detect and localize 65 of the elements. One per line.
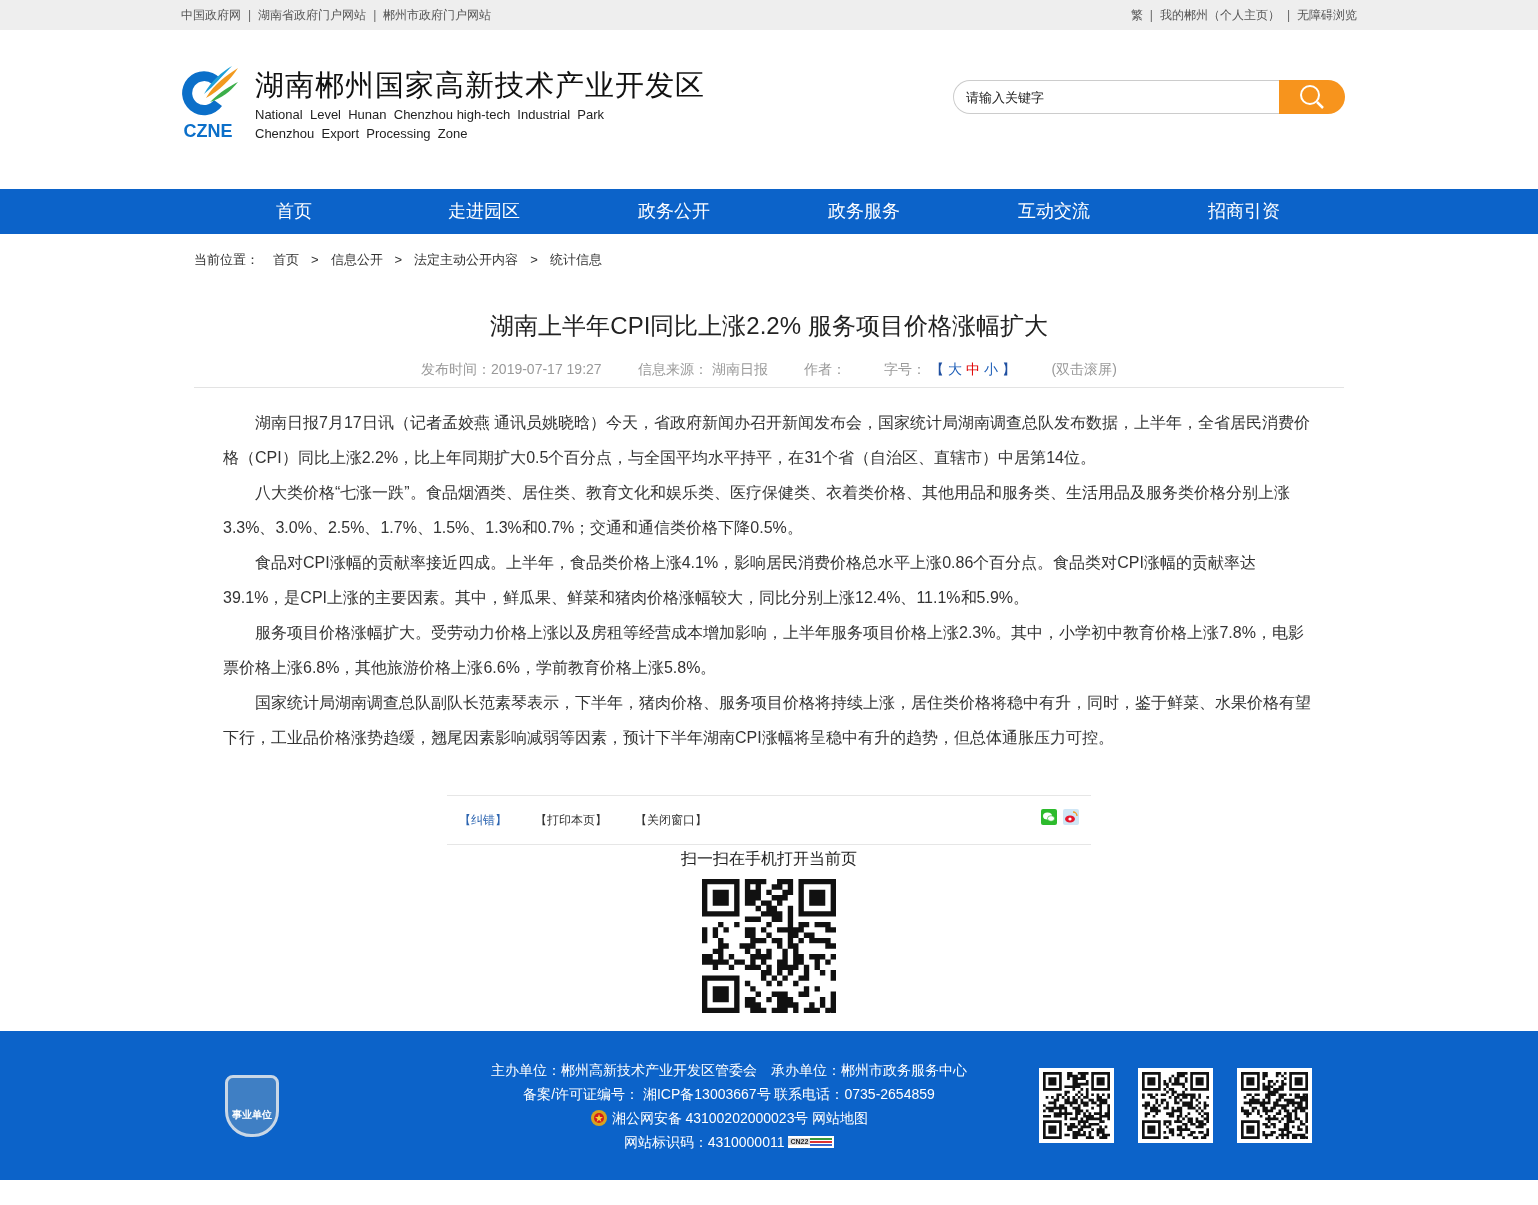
top-link[interactable]: 无障碍浏览 xyxy=(1297,6,1357,24)
breadcrumb-link[interactable]: 首页 xyxy=(273,250,299,270)
qr-code xyxy=(1142,1072,1209,1139)
search-field[interactable]: 请输入关键字 xyxy=(953,80,1279,114)
breadcrumb-separator: > xyxy=(311,251,319,270)
emblem-icon xyxy=(589,1108,608,1127)
font-size-option[interactable]: 小 xyxy=(983,359,998,380)
breadcrumb-link[interactable]: 信息公开 xyxy=(330,250,383,270)
footer-text: 备案/许可证编号： 湘ICP备13003667号 联系电话：0735-2654859 xyxy=(523,1084,935,1104)
source-value: 湖南日报 xyxy=(711,360,768,379)
action-link[interactable]: 【关闭窗口】 xyxy=(635,811,707,829)
breadcrumb-link[interactable]: 统计信息 xyxy=(549,250,602,270)
site-subtitle: National Level Hunan Chenzhou high-tech Industrial Park xyxy=(255,106,606,124)
search-icon xyxy=(1299,84,1325,110)
qr-caption: 扫一扫在手机打开当前页 xyxy=(681,849,857,869)
top-link[interactable]: 湖南省政府门户网站 xyxy=(258,6,367,24)
separator: | xyxy=(1286,7,1290,24)
article-paragraph: 食品对CPI涨幅的贡献率接近四成。上半年，食品类价格上涨4.1%，影响居民消费价格总水平上涨0.86个百分点。食品类对CPI涨幅的贡献率达39.1%，是CPI上涨的主要因素。其中，鲜瓜果、鲜菜和猪肉价格涨幅较大，同比分别上涨12.4%、11.1%和5.9%。 xyxy=(223,553,1257,608)
separator: | xyxy=(248,7,252,24)
article-paragraph: 湖南日报7月17日讯（记者孟姣燕 通讯员姚晓晗）今天，省政府新闻办召开新闻发布会，国家统计局湖南调查总队发布数据，上半年，全省居民消费价格（CPI）同比上涨2.2%，比上年同期扩大0.5个百分点，与全国平均水平持平，在31个省（自治区、直辖市）中居第14位。 xyxy=(223,413,1312,468)
font-size-label: 字号： xyxy=(883,360,926,379)
flag-icon xyxy=(810,1136,833,1147)
top-link[interactable]: 繁 xyxy=(1130,6,1143,24)
nav-tab[interactable]: 互动交流 xyxy=(959,189,1149,234)
font-size-option[interactable]: 大 xyxy=(947,359,962,380)
footer-text: 主办单位：郴州高新技术产业开发区管委会 承办单位：郴州市政务服务中心 xyxy=(491,1060,967,1080)
breadcrumb-separator: > xyxy=(530,251,538,270)
nav-tab[interactable]: 首页 xyxy=(199,189,389,234)
action-link[interactable]: 【纠错】 xyxy=(459,811,507,829)
source-label: 信息来源： xyxy=(637,360,708,379)
site-code: 网站标识码：4310000011 xyxy=(623,1132,785,1152)
article-title: 湖南上半年CPI同比上涨2.2% 服务项目价格涨幅扩大 xyxy=(489,311,1049,341)
bracket: 】 xyxy=(1001,360,1016,379)
author-label: 作者： xyxy=(803,360,846,379)
separator: | xyxy=(1149,7,1153,24)
nav-tab[interactable]: 走进园区 xyxy=(389,189,579,234)
top-link[interactable]: 我的郴州（个人主页） xyxy=(1159,6,1280,24)
article-paragraph: 国家统计局湖南调查总队副队长范素琴表示，下半年，猪肉价格、服务项目价格将持续上涨，居住类价格将稳中有升，同时，鉴于鲜菜、水果价格有望下行，工业品价格涨势趋缓，翘尾因素影响减弱等因素，预计下半年湖南CPI涨幅将呈稳中有升的趋势，但总体通胀压力可控。 xyxy=(223,693,1312,748)
qr-code xyxy=(1241,1072,1308,1139)
breadcrumb-link[interactable]: 法定主动公开内容 xyxy=(414,250,519,270)
weibo-icon[interactable] xyxy=(1063,809,1079,825)
bracket: 【 xyxy=(929,360,944,379)
font-size-option[interactable]: 中 xyxy=(965,359,980,380)
scroll-hint: (双击滚屏) xyxy=(1051,360,1117,379)
logo-text: CZNE xyxy=(183,122,233,140)
action-link[interactable]: 【打印本页】 xyxy=(535,811,607,829)
breadcrumb-separator: > xyxy=(394,251,403,270)
breadcrumb-label: 当前位置： xyxy=(194,251,259,270)
search-button[interactable] xyxy=(1279,80,1345,114)
article-paragraph: 服务项目价格涨幅扩大。受劳动力价格上涨以及房租等经营成本增加影响，上半年服务项目价格上涨2.3%。其中，小学初中教育价格上涨7.8%，电影票价格上涨6.8%，其他旅游价格上涨6.6%，学前教育价格上涨5.8%。 xyxy=(223,623,1305,678)
separator: | xyxy=(373,7,377,24)
nav-tab[interactable]: 招商引资 xyxy=(1149,189,1339,234)
sitemap-link[interactable]: 网站地图 xyxy=(812,1105,869,1130)
article-paragraph: 八大类价格“七涨一跌”。食品烟酒类、居住类、教育文化和娱乐类、医疗保健类、衣着类价格、其他用品和服务类、生活用品及服务类价格分别上涨3.3%、3.0%、2.5%、1.7%、1.5%、1.3%和0.7%；交通和通信类价格下降0.5%。 xyxy=(223,483,1291,538)
publish-date: 发布时间：2019-07-17 19:27 xyxy=(421,360,602,379)
site-title: 湖南郴州国家高新技术产业开发区 xyxy=(255,68,705,103)
wechat-icon[interactable] xyxy=(1041,809,1057,825)
badge-text: 事业单位 xyxy=(232,1109,272,1120)
top-link[interactable]: 郴州市政府门户网站 xyxy=(383,6,492,24)
nav-tab[interactable]: 政务公开 xyxy=(579,189,769,234)
top-link[interactable]: 中国政府网 xyxy=(181,6,241,24)
police-record: 湘公网安备 43100202000023号 xyxy=(611,1108,809,1128)
site-subtitle: Chenzhou Export Processing Zone xyxy=(255,125,469,143)
qr-code xyxy=(1043,1072,1110,1139)
nav-tab[interactable]: 政务服务 xyxy=(769,189,959,234)
